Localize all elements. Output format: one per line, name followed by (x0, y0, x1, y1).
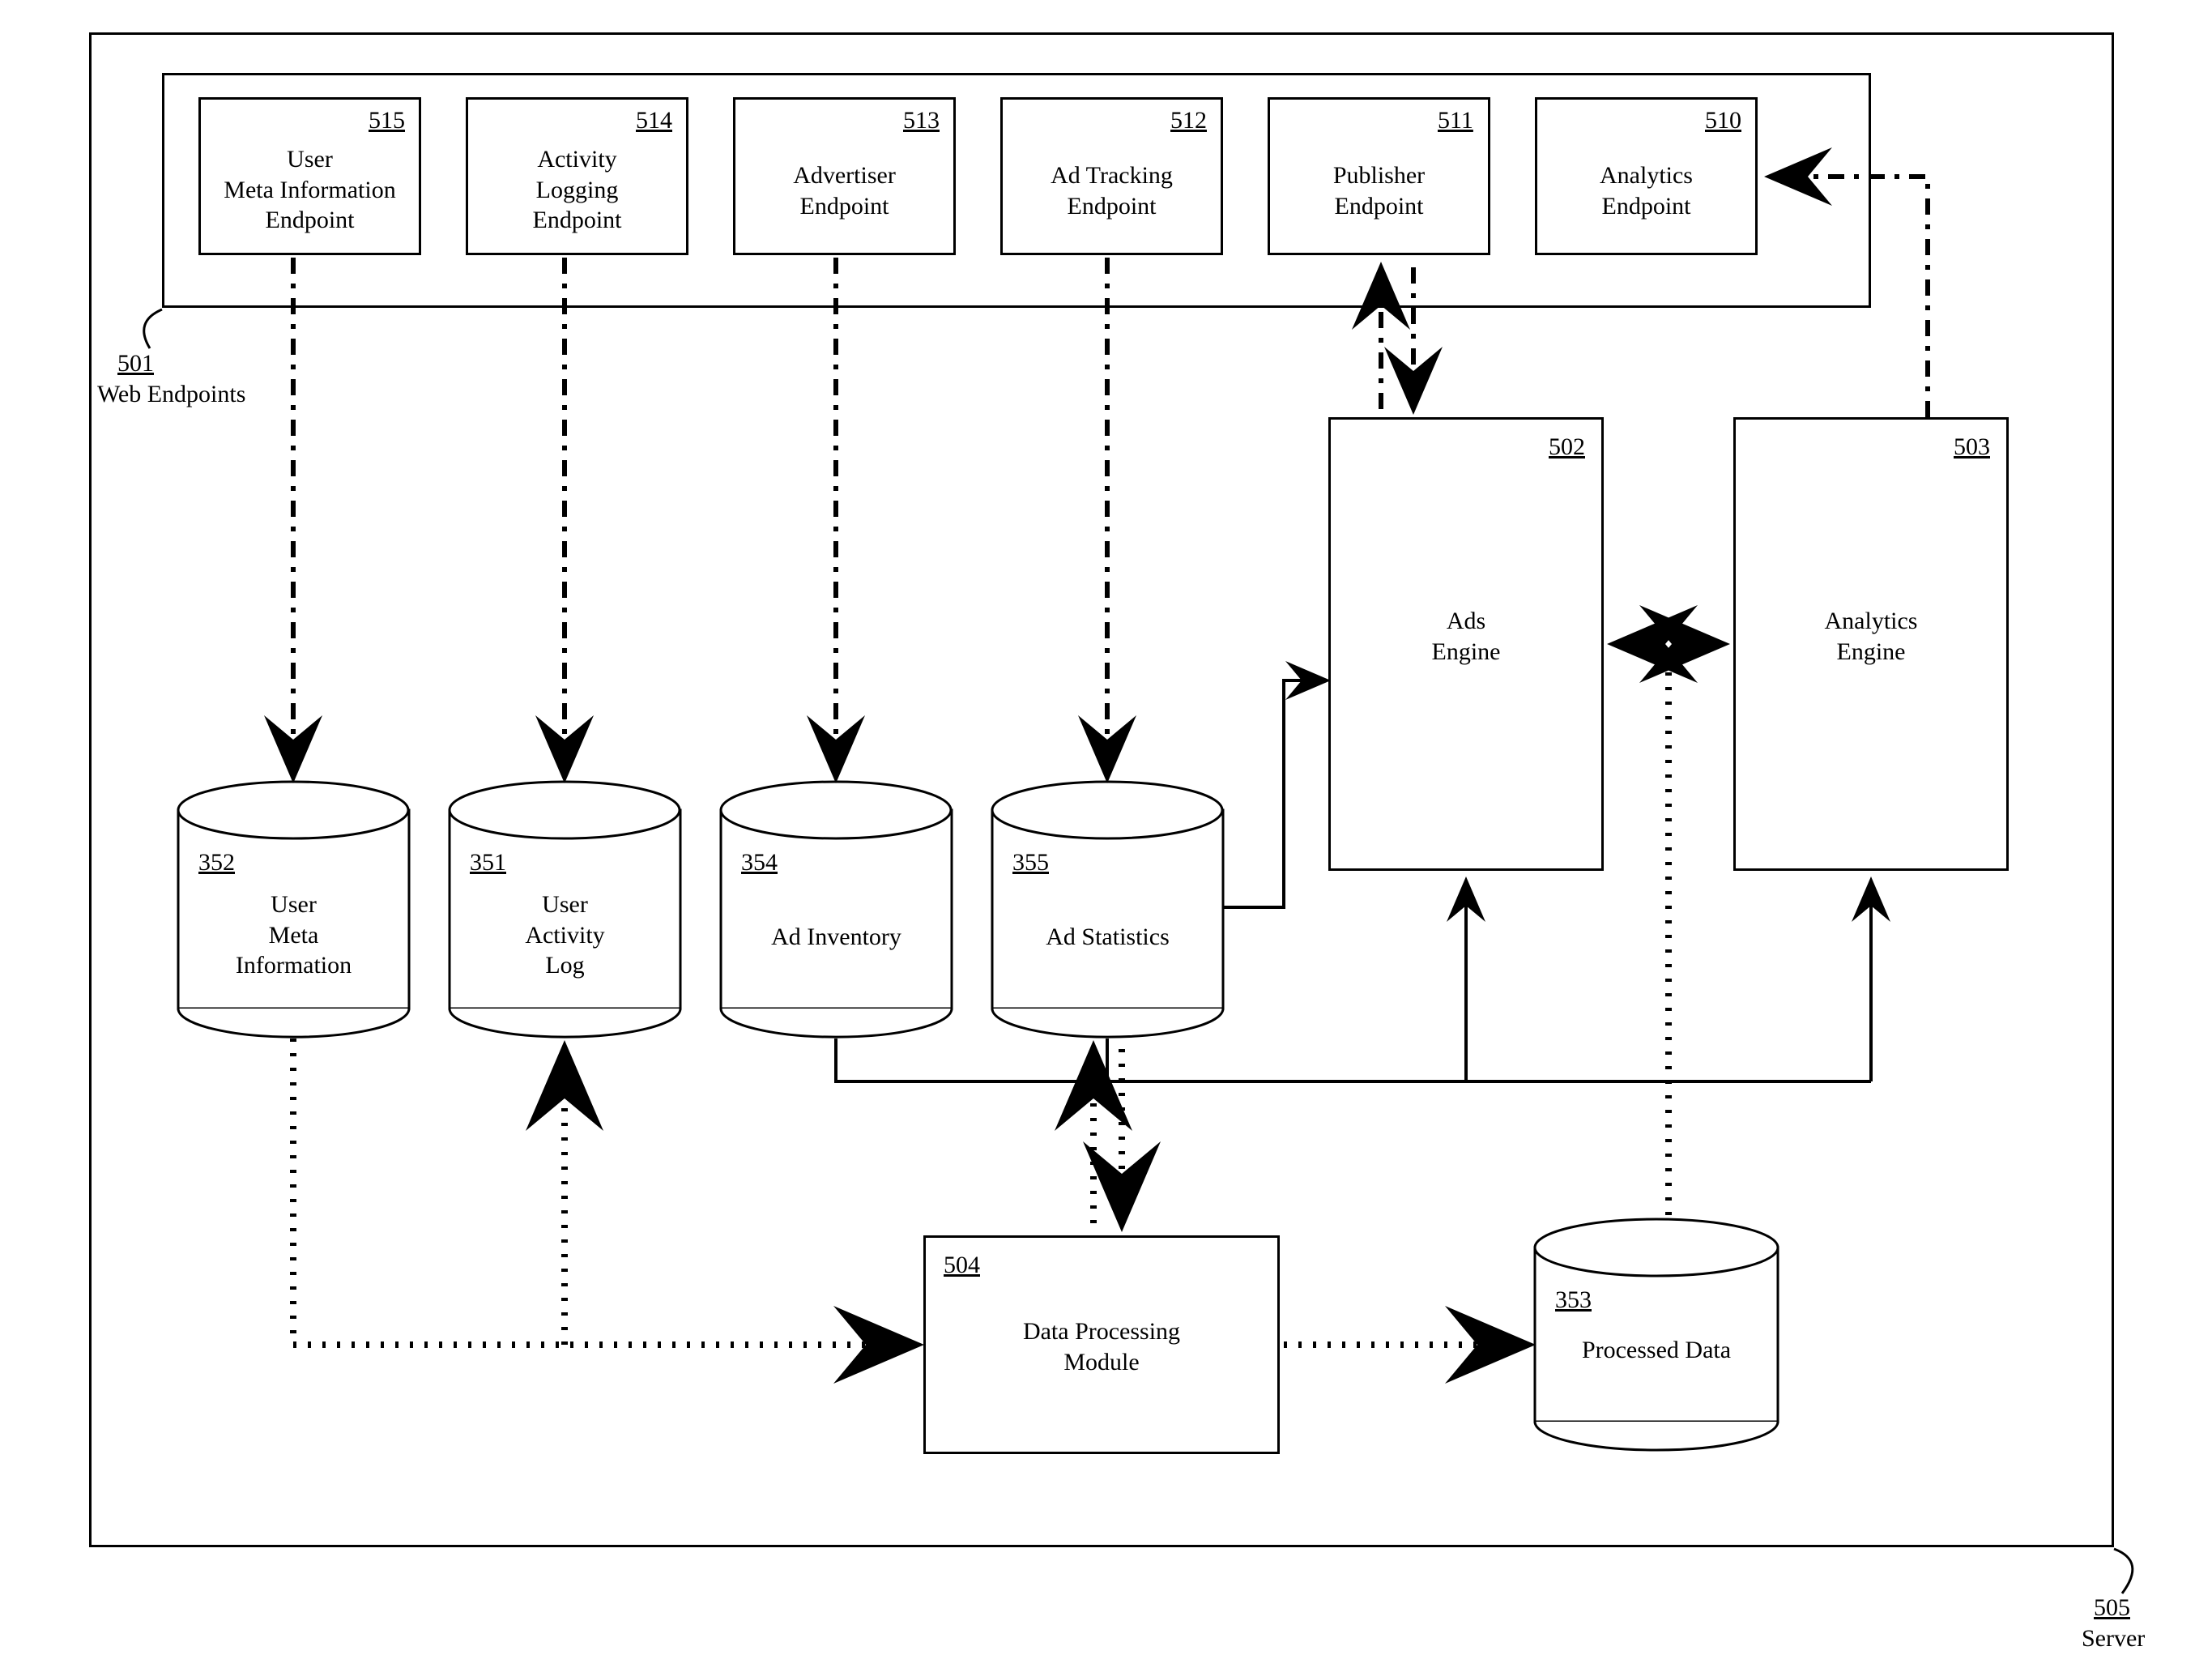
callout-501-ref: 501 (117, 350, 154, 377)
connectors-svg (0, 0, 2212, 1672)
callout-501-label: Web Endpoints (97, 381, 245, 408)
callout-505-ref: 505 (2094, 1594, 2130, 1622)
callout-505-label: Server (2082, 1625, 2145, 1653)
